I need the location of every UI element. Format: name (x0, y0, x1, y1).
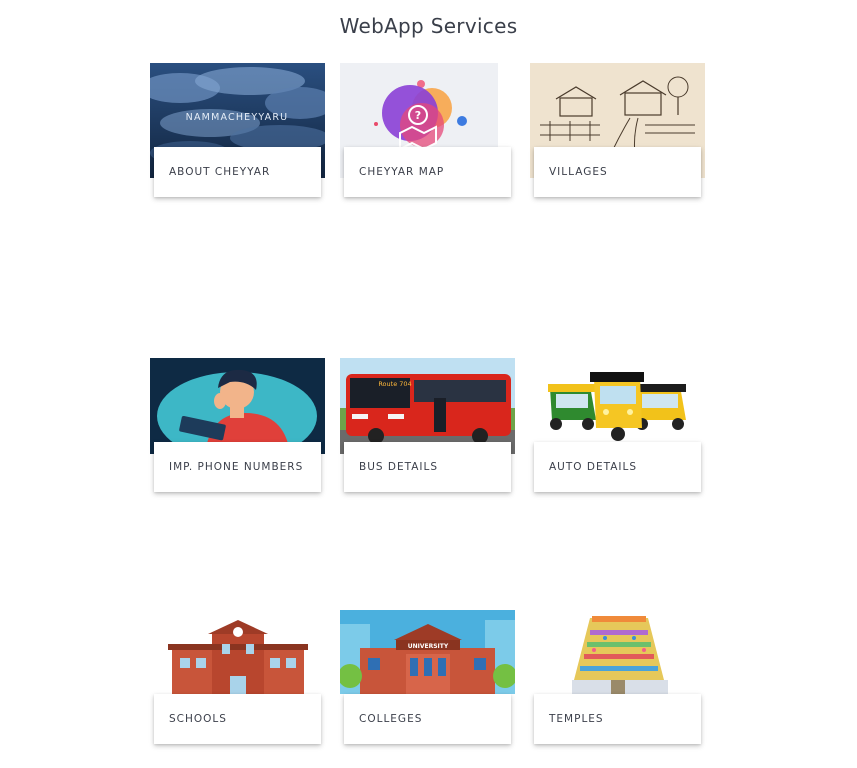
service-label-box[interactable]: VILLAGES (534, 147, 701, 197)
service-card-schools[interactable]: SCHOOLS (150, 610, 325, 745)
service-card-temples[interactable]: TEMPLES (530, 610, 705, 745)
service-card-colleges[interactable]: UNIVERSITY COLLEGES (340, 610, 515, 745)
service-label-box[interactable]: IMP. PHONE NUMBERS (154, 442, 321, 492)
service-label: IMP. PHONE NUMBERS (169, 461, 304, 473)
red-bus-image: Route 704 (340, 358, 515, 454)
service-label: AUTO DETAILS (549, 461, 637, 473)
service-card-cheyyar-map[interactable]: ? CHEYYAR MAP (340, 63, 515, 198)
school-building-image (150, 610, 325, 694)
auto-rickshaw-image (530, 358, 705, 454)
service-label-box[interactable]: CHEYYAR MAP (344, 147, 511, 197)
service-label-box[interactable]: ABOUT CHEYYAR (154, 147, 321, 197)
service-card-about-cheyyar[interactable]: NAMMACHEYYARU ABOUT CHEYYAR (150, 63, 325, 198)
service-label: COLLEGES (359, 713, 423, 725)
service-label: TEMPLES (549, 713, 604, 725)
page-title: WebApp Services (339, 14, 518, 38)
service-label: SCHOOLS (169, 713, 227, 725)
service-card-auto-details[interactable]: AUTO DETAILS (530, 358, 705, 493)
service-label-box[interactable]: BUS DETAILS (344, 442, 511, 492)
service-label-box[interactable]: SCHOOLS (154, 694, 321, 744)
service-label-box[interactable]: COLLEGES (344, 694, 511, 744)
university-building-image: UNIVERSITY (340, 610, 515, 694)
service-label: ABOUT CHEYYAR (169, 166, 271, 178)
service-label-box[interactable]: AUTO DETAILS (534, 442, 701, 492)
svg-text:?: ? (415, 109, 421, 122)
service-card-imp-phone-numbers[interactable]: IMP. PHONE NUMBERS (150, 358, 325, 493)
service-label-box[interactable]: TEMPLES (534, 694, 701, 744)
service-card-bus-details[interactable]: Route 704 BUS DETAILS (340, 358, 515, 493)
service-label: BUS DETAILS (359, 461, 439, 473)
bus-route-sign: Route 704 (378, 380, 411, 388)
service-label: CHEYYAR MAP (359, 166, 445, 178)
building-sign: UNIVERSITY (408, 643, 449, 650)
thumb-caption: NAMMACHEYYARU (186, 112, 289, 123)
temple-tower-image (530, 610, 705, 694)
service-label: VILLAGES (549, 166, 608, 178)
man-on-phone-image (150, 358, 325, 454)
service-card-villages[interactable]: VILLAGES (530, 63, 705, 198)
